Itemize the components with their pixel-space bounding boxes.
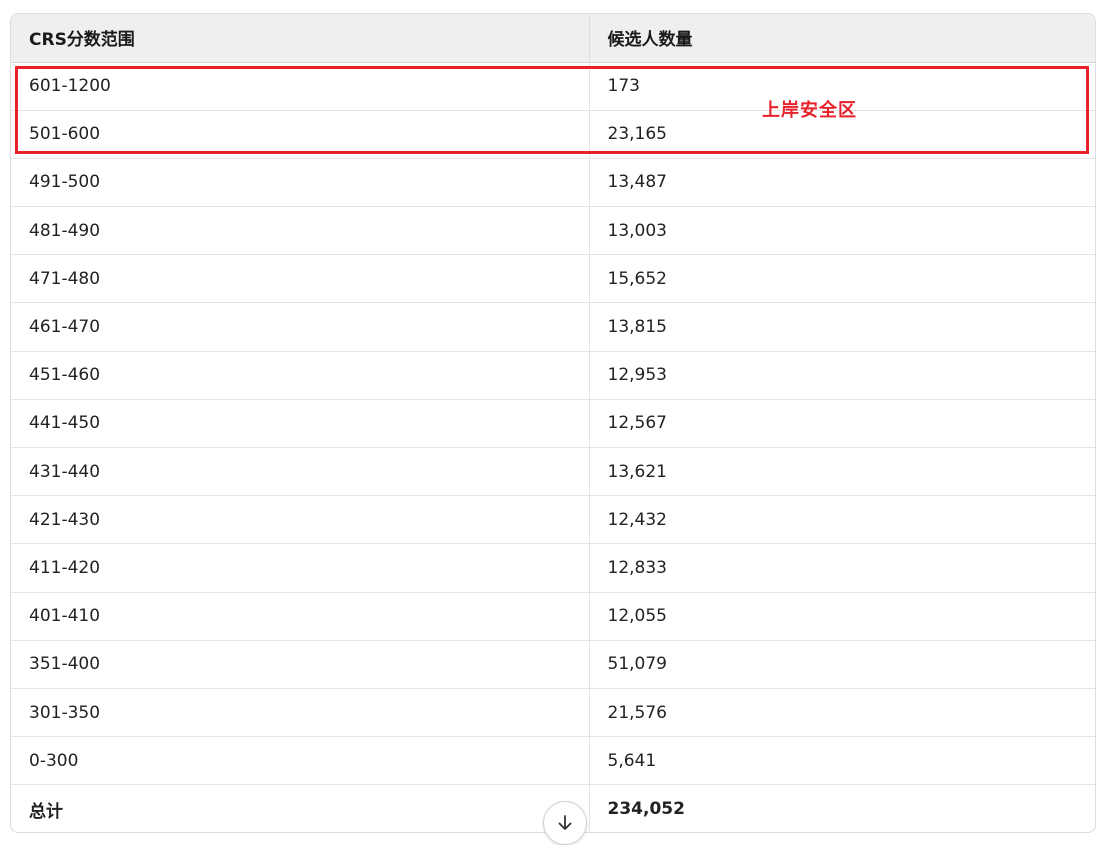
crs-table-container: CRS分数范围 候选人数量 601-1200 173 501-600 23,165 49…: [10, 13, 1096, 833]
candidate-count-cell: 12,833: [589, 543, 1095, 593]
table-body: 601-1200 173 501-600 23,165 491-500 13,487 481…: [11, 62, 1095, 832]
crs-distribution-table: CRS分数范围 候选人数量 601-1200 173 501-600 23,165 49…: [11, 14, 1095, 832]
table-row: 401-410 12,055: [11, 592, 1095, 641]
score-range-cell: 411-420: [11, 543, 590, 593]
candidate-count-cell: 15,652: [589, 254, 1095, 304]
arrow-down-icon: [558, 815, 572, 830]
candidate-count-cell: 51,079: [589, 640, 1095, 689]
score-range-cell: 451-460: [11, 351, 590, 400]
candidate-count-cell: 21,576: [589, 688, 1095, 738]
score-range-cell: 471-480: [11, 254, 590, 304]
table-row: 471-480 15,652: [11, 254, 1095, 304]
score-range-cell: 421-430: [11, 495, 590, 545]
score-range-cell: 401-410: [11, 592, 590, 641]
table-row: 441-450 12,567: [11, 399, 1095, 449]
table-row: 411-420 12,833: [11, 543, 1095, 593]
score-range-cell: 301-350: [11, 688, 590, 738]
table-row: 491-500 13,487: [11, 158, 1095, 208]
table-row: 351-400 51,079: [11, 640, 1095, 689]
score-range-cell: 0-300: [11, 736, 590, 786]
scroll-down-button[interactable]: [543, 801, 587, 845]
score-range-cell: 431-440: [11, 447, 590, 497]
table-row: 421-430 12,432: [11, 495, 1095, 545]
candidate-count-cell: 13,621: [589, 447, 1095, 497]
candidate-count-cell: 13,487: [589, 158, 1095, 208]
candidate-count-cell: 234,052: [607, 799, 685, 820]
candidate-count-cell: 13,003: [589, 206, 1095, 256]
candidate-count-cell: 12,055: [589, 592, 1095, 641]
table-row: 501-600 23,165: [11, 110, 1095, 159]
table-row: 601-1200 173: [11, 62, 1095, 111]
column-header-score-range: CRS分数范围: [11, 14, 590, 63]
score-range-cell: 491-500: [11, 158, 590, 208]
score-range-cell: 441-450: [11, 399, 590, 449]
score-range-cell: 351-400: [11, 640, 590, 689]
safe-zone-label: 上岸安全区: [762, 100, 857, 121]
table-header-row: CRS分数范围 候选人数量: [11, 14, 1095, 63]
candidate-count-cell: 5,641: [589, 736, 1095, 786]
score-range-cell: 481-490: [11, 206, 590, 256]
table-row: 301-350 21,576: [11, 688, 1095, 738]
score-range-cell: 461-470: [11, 302, 590, 352]
table-row: 431-440 13,621: [11, 447, 1095, 497]
candidate-count-cell: 12,567: [589, 399, 1095, 449]
column-header-candidate-count: 候选人数量: [589, 14, 1095, 63]
candidate-count-cell: 13,815: [589, 302, 1095, 352]
score-range-cell: 501-600: [11, 110, 590, 159]
table-row: 0-300 5,641: [11, 736, 1095, 786]
table-row: 461-470 13,815: [11, 302, 1095, 352]
score-range-cell: 601-1200: [11, 62, 590, 111]
table-row: 451-460 12,953: [11, 351, 1095, 400]
score-range-cell: 总计: [11, 784, 590, 832]
candidate-count-cell: 12,432: [589, 495, 1095, 545]
table-row: 481-490 13,003: [11, 206, 1095, 256]
candidate-count-cell: 12,953: [589, 351, 1095, 400]
